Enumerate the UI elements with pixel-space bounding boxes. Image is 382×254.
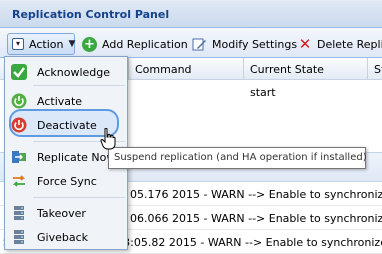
action-menu-button[interactable]: ▾ Action ▼ bbox=[7, 33, 75, 55]
edit-settings-icon bbox=[192, 37, 207, 52]
plus-icon: + bbox=[82, 36, 97, 52]
sync-arrows-icon bbox=[11, 173, 27, 189]
menu-divider bbox=[33, 85, 125, 86]
hand-cursor-icon bbox=[100, 127, 116, 150]
server-icon bbox=[11, 229, 27, 245]
current-state-cell: start bbox=[250, 86, 276, 99]
menu-item-label: Acknowledge bbox=[37, 65, 111, 79]
menu-item-label: Replicate Now bbox=[37, 150, 116, 164]
replicate-icon bbox=[11, 149, 27, 165]
column-header-current-state[interactable]: Current State bbox=[243, 58, 367, 80]
delete-replication-label: Delete Replic bbox=[317, 37, 382, 51]
menu-item-takeover[interactable]: Takeover bbox=[5, 201, 127, 225]
toolbar: ▾ Action ▼ + Add Replication Modify Sett… bbox=[0, 28, 382, 58]
menu-item-label: Force Sync bbox=[37, 174, 97, 188]
server-icon bbox=[11, 205, 27, 221]
power-on-icon bbox=[11, 93, 27, 109]
menu-divider bbox=[33, 197, 125, 198]
column-header-status[interactable]: St bbox=[367, 58, 382, 80]
checkmark-icon bbox=[11, 64, 27, 80]
delete-replication-button[interactable]: ✕ Delete Replic bbox=[298, 33, 382, 55]
menu-item-label: Activate bbox=[37, 94, 83, 108]
menu-item-force-sync[interactable]: Force Sync bbox=[5, 169, 127, 193]
menu-item-giveback[interactable]: Giveback bbox=[5, 225, 127, 249]
modify-settings-button[interactable]: Modify Settings bbox=[192, 33, 297, 55]
panel-title: Replication Control Panel bbox=[0, 0, 382, 28]
column-header-command[interactable]: Command bbox=[128, 58, 243, 80]
power-off-icon bbox=[11, 117, 27, 133]
tooltip: Suspend replication (and HA operation if… bbox=[108, 147, 367, 169]
delete-x-icon: ✕ bbox=[298, 35, 312, 53]
add-replication-button[interactable]: + Add Replication bbox=[82, 33, 188, 55]
menu-item-label: Giveback bbox=[37, 230, 88, 244]
menu-item-label: Takeover bbox=[37, 206, 86, 220]
menu-item-label: Deactivate bbox=[37, 118, 97, 132]
action-button-label: Action bbox=[29, 37, 64, 51]
menu-item-acknowledge[interactable]: Acknowledge bbox=[5, 60, 127, 84]
menu-icon: ▾ bbox=[12, 38, 24, 50]
add-replication-label: Add Replication bbox=[102, 37, 188, 51]
modify-settings-label: Modify Settings bbox=[212, 37, 298, 51]
chevron-down-icon: ▼ bbox=[68, 39, 76, 49]
